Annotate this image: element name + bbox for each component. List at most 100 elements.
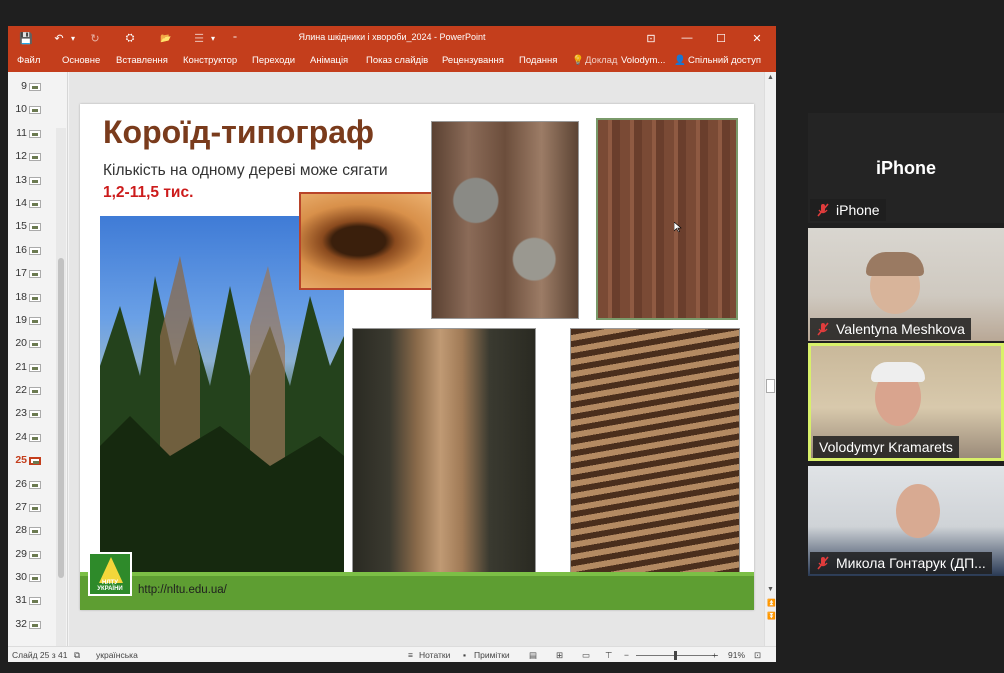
- reading-view-icon[interactable]: ▭: [582, 650, 590, 661]
- slide-preview-icon: [29, 130, 41, 138]
- beetle-galleries-photo[interactable]: [570, 328, 740, 582]
- share-icon[interactable]: 👤: [674, 55, 686, 66]
- thumbnail-slide-18[interactable]: 18: [8, 287, 58, 310]
- participant-tile-valentyna[interactable]: Valentyna Meshkova: [808, 228, 1004, 341]
- powerpoint-window: 💾 ↶ ▾ ↻ ⛭ 📂 ☰ ▾ ⁼ Ялина шкідники і хворо…: [8, 26, 776, 662]
- thumbnail-slide-14[interactable]: 14: [8, 193, 58, 216]
- mouse-cursor-icon: [674, 222, 682, 232]
- notes-button[interactable]: Нотатки: [419, 650, 450, 660]
- participant-tile-mykola[interactable]: Микола Гонтарук (ДП...: [808, 466, 1004, 576]
- thumbnail-slide-21[interactable]: 21: [8, 357, 58, 380]
- thumbnail-slide-27[interactable]: 27: [8, 497, 58, 520]
- participant-name: Микола Гонтарук (ДП...: [836, 555, 986, 571]
- accessibility-icon[interactable]: ⧉: [74, 650, 80, 661]
- slide-preview-icon: [29, 527, 41, 535]
- thumbnail-slide-29[interactable]: 29: [8, 544, 58, 567]
- thumbnail-slide-11[interactable]: 11: [8, 123, 58, 146]
- comments-icon[interactable]: ▪: [463, 650, 466, 660]
- slide-count-text[interactable]: 1,2-11,5 тис.: [103, 184, 193, 202]
- tab-insert[interactable]: Вставлення: [116, 55, 168, 66]
- zoom-in-button[interactable]: +: [712, 650, 717, 660]
- notes-icon[interactable]: ≡: [408, 650, 413, 660]
- zoom-level[interactable]: 91%: [728, 650, 745, 660]
- participant-tile-iphone[interactable]: iPhone iPhone: [808, 113, 1004, 223]
- thumbnail-slide-16[interactable]: 16: [8, 240, 58, 263]
- slide-title[interactable]: Короїд-типограф: [103, 114, 374, 151]
- zoom-slider-knob[interactable]: [674, 651, 677, 660]
- thumbnail-slide-32[interactable]: 32: [8, 614, 58, 637]
- lightbulb-icon[interactable]: 💡: [572, 55, 584, 66]
- next-slide-icon[interactable]: ⏬: [767, 612, 776, 620]
- thumbnail-scroll-thumb[interactable]: [58, 258, 64, 578]
- tab-design[interactable]: Конструктор: [183, 55, 237, 66]
- thumbnail-slide-28[interactable]: 28: [8, 520, 58, 543]
- user-account[interactable]: Volodym...: [621, 55, 665, 66]
- bark-surface-photo[interactable]: [596, 118, 738, 320]
- thumbnail-slide-20[interactable]: 20: [8, 333, 58, 356]
- zoom-out-button[interactable]: −: [624, 650, 629, 660]
- thumbnail-slide-23[interactable]: 23: [8, 403, 58, 426]
- share-button[interactable]: Спільний доступ: [688, 55, 761, 66]
- minimize-button[interactable]: —: [672, 29, 702, 47]
- footer-url[interactable]: http://nltu.edu.ua/: [138, 584, 227, 596]
- slide-preview-icon: [29, 504, 41, 512]
- thumbnail-slide-17[interactable]: 17: [8, 263, 58, 286]
- scroll-down-icon[interactable]: ▼: [767, 586, 774, 593]
- thumbnail-slide-10[interactable]: 10: [8, 99, 58, 122]
- participant-name: Volodymyr Kramarets: [819, 439, 953, 455]
- previous-slide-icon[interactable]: ⏫: [767, 599, 776, 607]
- language-indicator[interactable]: українська: [96, 650, 138, 660]
- current-slide[interactable]: Короїд-типограф Кількість на одному дере…: [80, 104, 754, 610]
- slide-preview-icon: [29, 364, 41, 372]
- tab-transitions[interactable]: Переходи: [252, 55, 295, 66]
- slide-scroll-thumb[interactable]: [766, 379, 775, 393]
- participant-tile-volodymyr[interactable]: Volodymyr Kramarets: [808, 343, 1004, 461]
- slide-edit-area: Короїд-типограф Кількість на одному дере…: [69, 72, 776, 646]
- slide-counter[interactable]: Слайд 25 з 41: [12, 650, 67, 660]
- thumbnail-slide-9[interactable]: 9: [8, 76, 58, 99]
- title-bar: 💾 ↶ ▾ ↻ ⛭ 📂 ☰ ▾ ⁼ Ялина шкідники і хворо…: [8, 26, 776, 50]
- thumbnail-scrollbar[interactable]: [56, 128, 66, 662]
- slide-subtitle[interactable]: Кількість на одному дереві може сягати: [103, 162, 388, 180]
- tab-review[interactable]: Рецензування: [442, 55, 504, 66]
- thumbnail-slide-25[interactable]: 25: [8, 450, 58, 473]
- scroll-up-icon[interactable]: ▲: [767, 74, 774, 81]
- muted-mic-icon: [817, 203, 829, 217]
- thumbnail-slide-24[interactable]: 24: [8, 427, 58, 450]
- comments-button[interactable]: Примітки: [474, 650, 510, 660]
- participant-nameplate: Volodymyr Kramarets: [813, 436, 959, 458]
- thumbnail-slide-26[interactable]: 26: [8, 474, 58, 497]
- lichen-bark-photo[interactable]: [431, 121, 579, 319]
- desktop: 💾 ↶ ▾ ↻ ⛭ 📂 ☰ ▾ ⁼ Ялина шкідники і хворо…: [0, 0, 1004, 673]
- slide-preview-icon: [29, 551, 41, 559]
- thumbnail-slide-22[interactable]: 22: [8, 380, 58, 403]
- bark-beetle-photo[interactable]: [299, 192, 447, 290]
- zoom-slider[interactable]: [636, 655, 718, 656]
- slide-preview-icon: [29, 317, 41, 325]
- slide-preview-icon: [29, 574, 41, 582]
- thumbnail-slide-12[interactable]: 12: [8, 146, 58, 169]
- thumbnail-slide-31[interactable]: 31: [8, 590, 58, 613]
- maximize-button[interactable]: ☐: [706, 29, 736, 47]
- thumbnail-slide-19[interactable]: 19: [8, 310, 58, 333]
- slide-preview-icon: [29, 294, 41, 302]
- slide-preview-icon: [29, 153, 41, 161]
- slideshow-icon[interactable]: ⊤: [605, 650, 612, 661]
- tell-me-box[interactable]: Доклад: [585, 55, 617, 66]
- tab-file[interactable]: Файл: [17, 55, 40, 66]
- slide-scrollbar[interactable]: ▲ ▼ ⏫ ⏬: [764, 72, 776, 646]
- fit-slide-icon[interactable]: ⊡: [754, 650, 761, 661]
- tab-slideshow[interactable]: Показ слайдів: [366, 55, 428, 66]
- damaged-trunk-photo[interactable]: [352, 328, 536, 604]
- thumbnail-slide-13[interactable]: 13: [8, 170, 58, 193]
- close-button[interactable]: ✕: [742, 29, 772, 47]
- normal-view-icon[interactable]: ▤: [529, 650, 537, 661]
- ribbon-display-icon[interactable]: ⊡: [636, 29, 666, 47]
- tab-view[interactable]: Подання: [519, 55, 557, 66]
- thumbnail-slide-30[interactable]: 30: [8, 567, 58, 590]
- slide-sorter-icon[interactable]: ⊞: [556, 650, 563, 661]
- thumbnail-slide-15[interactable]: 15: [8, 216, 58, 239]
- tab-animations[interactable]: Анімація: [310, 55, 348, 66]
- logo-text: НЛТУ УКРАЇНИ: [97, 580, 123, 592]
- tab-home[interactable]: Основне: [62, 55, 100, 66]
